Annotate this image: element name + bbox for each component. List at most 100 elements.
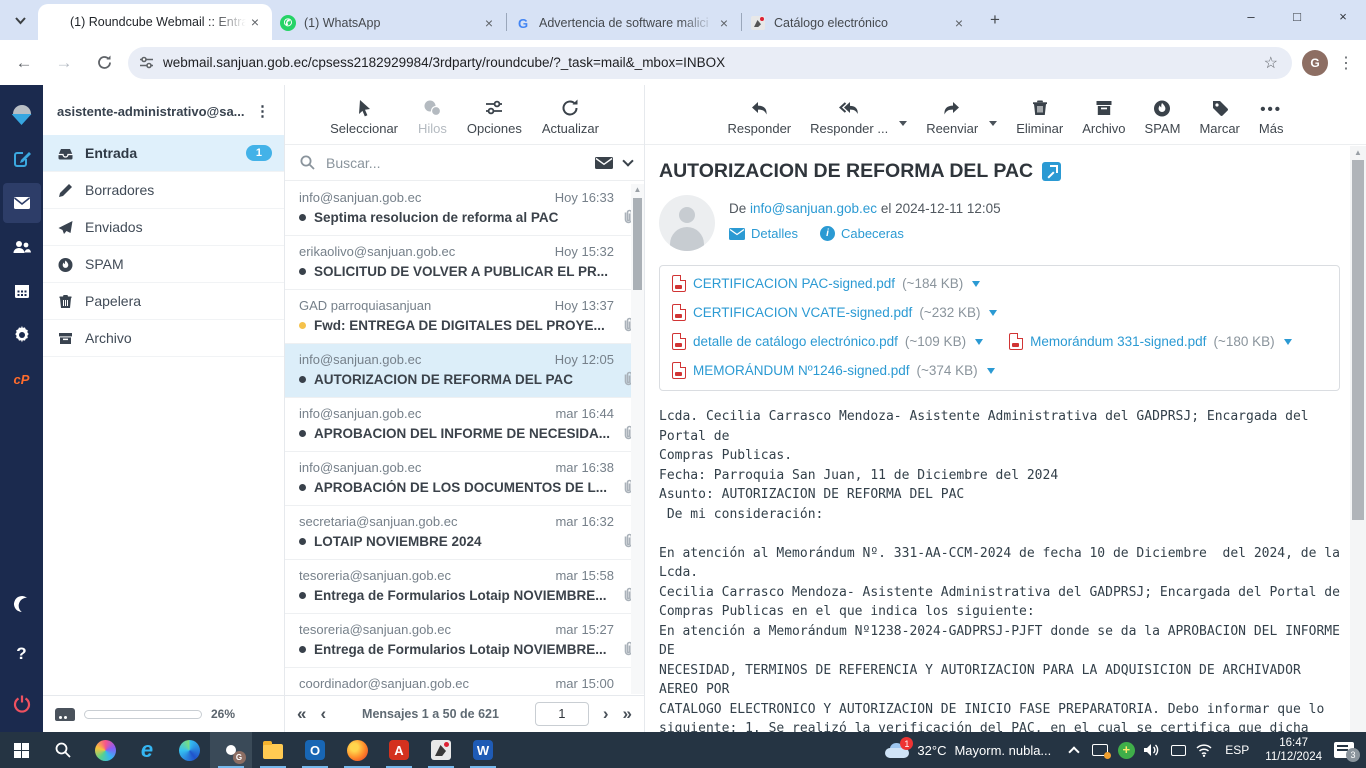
more-button[interactable]: ••• Más [1259, 98, 1284, 136]
acrobat-button[interactable]: A [378, 732, 420, 768]
calendar-nav-button[interactable] [3, 271, 41, 311]
contacts-nav-button[interactable] [3, 227, 41, 267]
tab-close-icon[interactable]: × [715, 14, 733, 32]
new-tab-button[interactable]: + [982, 7, 1008, 33]
message-row[interactable]: info@sanjuan.gob.ecmar 16:38 APROBACIÓN … [285, 452, 644, 506]
firefox-button[interactable] [336, 732, 378, 768]
reload-button[interactable] [88, 47, 120, 79]
tray-display-button[interactable] [1165, 732, 1191, 768]
page-number-input[interactable]: 1 [535, 702, 589, 726]
chrome-button[interactable]: G [210, 732, 252, 768]
message-row[interactable]: secretaria@sanjuan.gob.ecmar 16:32 LOTAI… [285, 506, 644, 560]
reply-all-dropdown-icon[interactable] [899, 121, 907, 126]
attachment-item[interactable]: MEMORÁNDUM Nº1246-signed.pdf (~374 KB) [672, 362, 995, 379]
attachment-menu-icon[interactable] [1284, 339, 1292, 345]
internet-explorer-button[interactable]: e [126, 732, 168, 768]
search-bar[interactable]: Buscar... [285, 145, 644, 181]
edge-button[interactable] [168, 732, 210, 768]
tray-antivirus-button[interactable]: + [1113, 732, 1139, 768]
prev-page-button[interactable]: ‹ [320, 704, 326, 724]
address-bar[interactable]: webmail.sanjuan.gob.ec/cpsess2182929984/… [128, 47, 1292, 79]
list-scrollbar-thumb[interactable] [633, 198, 642, 290]
notification-center-button[interactable]: 3 [1334, 742, 1354, 758]
weather-widget[interactable]: 1 32°C Mayorm. nubla... [875, 742, 1061, 758]
taskbar-search-button[interactable] [42, 732, 84, 768]
details-link[interactable]: Detalles [729, 226, 798, 241]
folder-archive[interactable]: Archivo [43, 320, 284, 357]
reply-all-button[interactable]: Responder ... [810, 98, 888, 136]
select-button[interactable]: Seleccionar [330, 98, 398, 136]
tab-whatsapp[interactable]: ✆ (1) WhatsApp × [272, 6, 506, 40]
scroll-up-arrow-icon[interactable]: ▲ [1350, 146, 1366, 159]
cpanel-link[interactable]: cP [3, 359, 41, 399]
message-row-selected[interactable]: info@sanjuan.gob.ecHoy 12:05 AUTORIZACIO… [285, 344, 644, 398]
reply-button[interactable]: Responder [728, 98, 792, 136]
tray-volume-button[interactable] [1139, 732, 1165, 768]
tab-roundcube[interactable]: (1) Roundcube Webmail :: Entra × [38, 4, 272, 40]
search-scope-mail-icon[interactable] [594, 153, 614, 173]
attachment-item[interactable]: Memorándum 331-signed.pdf (~180 KB) [1009, 333, 1292, 350]
language-indicator[interactable]: ESP [1217, 743, 1257, 757]
profile-avatar[interactable]: G [1302, 50, 1328, 76]
attachment-menu-icon[interactable] [987, 368, 995, 374]
threads-button[interactable]: Hilos [418, 98, 447, 136]
scroll-up-arrow-icon[interactable]: ▲ [631, 184, 644, 196]
reading-scrollbar[interactable]: ▲ [1350, 146, 1366, 732]
help-button[interactable]: ? [3, 634, 41, 674]
folder-trash[interactable]: Papelera [43, 283, 284, 320]
attachment-item[interactable]: detalle de catálogo electrónico.pdf (~10… [672, 333, 983, 350]
attachment-menu-icon[interactable] [975, 339, 983, 345]
outlook-button[interactable]: O [294, 732, 336, 768]
window-minimize-button[interactable]: – [1228, 0, 1274, 32]
account-menu-icon[interactable]: ⋮ [251, 102, 274, 120]
forward-button[interactable]: → [48, 47, 80, 79]
settings-nav-button[interactable] [3, 315, 41, 355]
tab-close-icon[interactable]: × [246, 13, 264, 31]
taskbar-clock[interactable]: 16:47 11/12/2024 [1257, 736, 1330, 764]
attachment-item[interactable]: CERTIFICACION VCATE-signed.pdf (~232 KB) [672, 304, 997, 321]
start-button[interactable] [0, 732, 42, 768]
delete-button[interactable]: Eliminar [1016, 98, 1063, 136]
forward-button[interactable]: Reenviar [926, 98, 978, 136]
refresh-button[interactable]: Actualizar [542, 98, 599, 136]
url-text[interactable]: webmail.sanjuan.gob.ec/cpsess2182929984/… [163, 55, 1260, 70]
headers-link[interactable]: i Cabeceras [820, 226, 904, 241]
tab-search-button[interactable] [6, 6, 34, 34]
browser-menu-icon[interactable]: ⋮ [1338, 53, 1354, 73]
tab-advertencia[interactable]: G Advertencia de software malici × [507, 6, 741, 40]
last-page-button[interactable]: » [623, 704, 632, 724]
search-input[interactable]: Buscar... [326, 155, 584, 171]
search-options-chevron-icon[interactable] [622, 155, 633, 166]
dark-mode-button[interactable] [3, 584, 41, 624]
forward-dropdown-icon[interactable] [989, 121, 997, 126]
compose-button[interactable] [3, 139, 41, 179]
back-button[interactable]: ← [8, 47, 40, 79]
message-row[interactable]: tesoreria@sanjuan.gob.ecmar 15:27 Entreg… [285, 614, 644, 668]
tab-close-icon[interactable]: × [480, 14, 498, 32]
archive-button[interactable]: Archivo [1082, 98, 1125, 136]
attachment-menu-icon[interactable] [989, 310, 997, 316]
attachment-menu-icon[interactable] [972, 281, 980, 287]
list-scrollbar[interactable]: ▲ [631, 184, 644, 694]
first-page-button[interactable]: « [297, 704, 306, 724]
window-maximize-button[interactable]: □ [1274, 0, 1320, 32]
message-row[interactable]: info@sanjuan.gob.ecHoy 16:33 Septima res… [285, 182, 644, 236]
options-button[interactable]: Opciones [467, 98, 522, 136]
attachment-item[interactable]: CERTIFICACION PAC-signed.pdf (~184 KB) [672, 275, 980, 292]
sender-email-link[interactable]: info@sanjuan.gob.ec [750, 201, 877, 216]
logout-button[interactable] [3, 684, 41, 724]
next-page-button[interactable]: › [603, 704, 609, 724]
file-explorer-button[interactable] [252, 732, 294, 768]
folder-inbox[interactable]: Entrada 1 [43, 135, 284, 172]
copilot-button[interactable] [84, 732, 126, 768]
folder-drafts[interactable]: Borradores [43, 172, 284, 209]
catalog-app-button[interactable] [420, 732, 462, 768]
tray-expand-button[interactable] [1061, 732, 1087, 768]
bookmark-star-icon[interactable]: ☆ [1264, 53, 1278, 73]
message-row[interactable]: coordinador@sanjuan.gob.ecmar 15:00 [285, 668, 644, 695]
tray-screenshare-button[interactable] [1087, 732, 1113, 768]
tab-catalogo[interactable]: Catálogo electrónico × [742, 6, 976, 40]
spam-button[interactable]: SPAM [1145, 98, 1181, 136]
folder-spam[interactable]: SPAM [43, 246, 284, 283]
message-row[interactable]: info@sanjuan.gob.ecmar 16:44 APROBACION … [285, 398, 644, 452]
